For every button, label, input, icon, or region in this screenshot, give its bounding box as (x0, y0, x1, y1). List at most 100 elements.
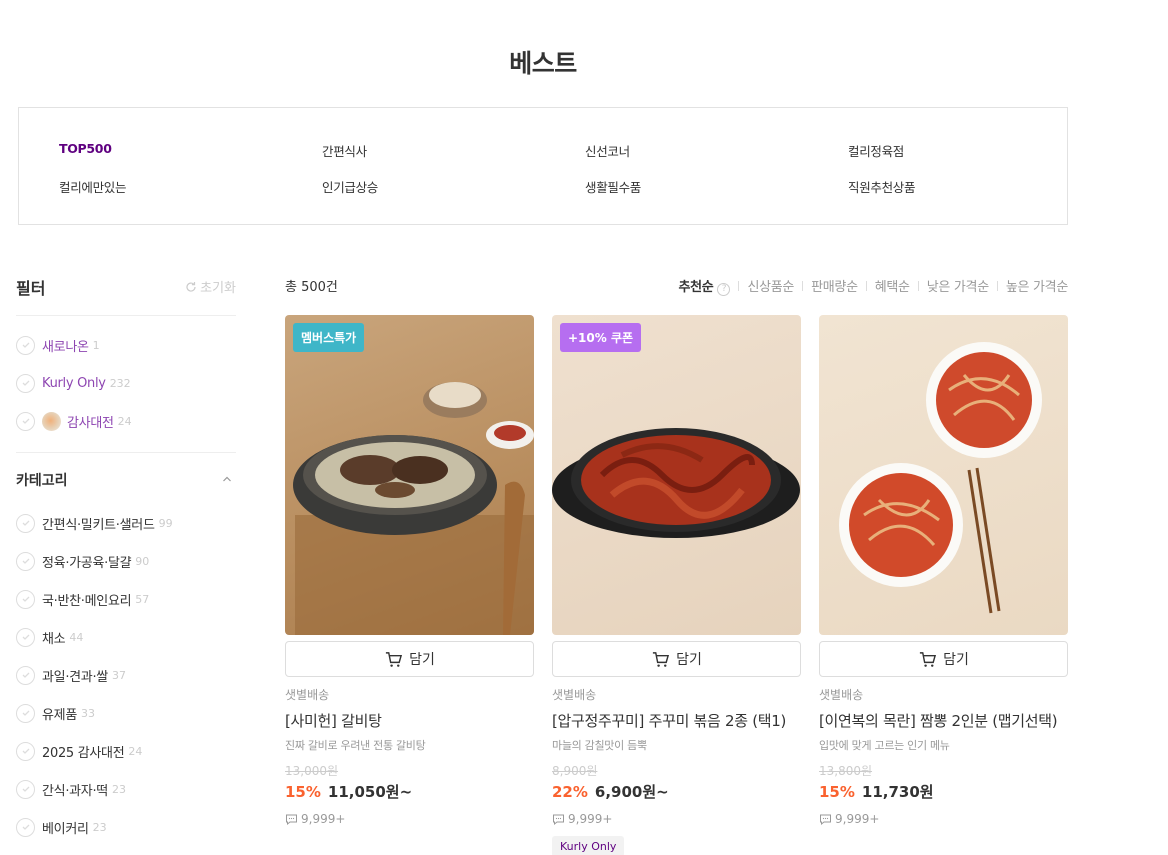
check-circle-icon[interactable] (16, 551, 35, 571)
product-name[interactable]: [압구정주꾸미] 주꾸미 볶음 2종 (택1) (552, 709, 801, 733)
sort-sales[interactable]: 판매량순 (811, 276, 858, 295)
reset-button[interactable]: 초기화 (185, 277, 236, 296)
product-badge: +10% 쿠폰 (560, 323, 642, 352)
add-to-cart-button[interactable]: 담기 (819, 641, 1068, 677)
sort-price-low[interactable]: 낮은 가격순 (927, 276, 989, 295)
category-filter-item[interactable]: 국·반찬·메인요리 57 (16, 588, 149, 610)
cart-label: 담기 (676, 652, 702, 668)
comment-icon (553, 814, 564, 825)
filter-label: 정육·가공육·달걀 (42, 555, 132, 571)
category-filter-header[interactable]: 카테고리 (16, 469, 236, 489)
category-staff-pick[interactable]: 직원추천상품 (848, 177, 916, 196)
filter-count: 1 (92, 338, 100, 352)
filter-count: 99 (158, 516, 173, 530)
category-filter-item[interactable]: 간편식·밀키트·샐러드 99 (16, 512, 173, 534)
check-circle-icon[interactable] (16, 411, 35, 431)
filter-title: 필터 (16, 279, 46, 298)
review-count-text: 9,999+ (301, 812, 346, 826)
category-fresh[interactable]: 신선코너 (585, 141, 630, 160)
filter-label: Kurly Only (42, 375, 106, 391)
category-filter-title: 카테고리 (16, 473, 68, 489)
product-card[interactable]: 멤버스특가 담기 샛별배송 [사미헌] 갈비탕 진짜 갈비로 우려낸 전통 갈비… (285, 315, 534, 826)
check-circle-icon[interactable] (16, 665, 35, 685)
filter-option-kurly-only[interactable]: Kurly Only 232 (16, 372, 131, 394)
original-price: 13,800원 (819, 764, 873, 778)
check-circle-icon[interactable] (16, 627, 35, 647)
discount-rate: 15% (285, 783, 321, 801)
kurly-only-tag: Kurly Only (552, 836, 625, 855)
total-count: 총 500건 (285, 280, 338, 295)
category-filter-item[interactable]: 정육·가공육·달걀 90 (16, 550, 149, 572)
delivery-type: 샛별배송 (819, 688, 864, 702)
category-filter-item[interactable]: 유제품 33 (16, 702, 95, 724)
product-card[interactable]: +10% 쿠폰 담기 샛별배송 [압구정주꾸미] 주꾸미 볶음 2종 (택1) … (552, 315, 801, 855)
original-price: 13,000원 (285, 764, 339, 778)
category-filter-item[interactable]: 채소 44 (16, 626, 83, 648)
divider (865, 280, 867, 291)
divider (16, 315, 236, 316)
chevron-up-icon[interactable] (222, 474, 232, 484)
product-card[interactable]: 담기 샛별배송 [이연복의 목란] 짬뽕 2인분 (맵기선택) 입맛에 맞게 고… (819, 315, 1068, 826)
category-filter-item[interactable]: 베이커리 23 (16, 816, 107, 838)
category-trending[interactable]: 인기급상승 (322, 177, 378, 196)
product-image[interactable]: 멤버스특가 (285, 315, 534, 635)
discount-rate: 22% (552, 783, 588, 801)
filter-count: 24 (128, 744, 143, 758)
filter-count: 23 (111, 782, 126, 796)
add-to-cart-button[interactable]: 담기 (552, 641, 801, 677)
reset-label: 초기화 (200, 281, 236, 296)
category-top500[interactable]: TOP500 (59, 141, 112, 156)
product-name[interactable]: [사미헌] 갈비탕 (285, 709, 534, 733)
category-filter-item[interactable]: 간식·과자·떡 23 (16, 778, 126, 800)
discount-rate: 15% (819, 783, 855, 801)
cart-icon (386, 651, 403, 667)
filter-option-new[interactable]: 새로나온 1 (16, 334, 100, 356)
category-kurly-only[interactable]: 컬리에만있는 (59, 177, 127, 196)
check-circle-icon[interactable] (16, 741, 35, 761)
divider (738, 280, 740, 291)
check-circle-icon[interactable] (16, 817, 35, 837)
sort-price-high[interactable]: 높은 가격순 (1006, 276, 1068, 295)
filter-label: 감사대전 (67, 415, 114, 431)
delivery-type: 샛별배송 (285, 688, 330, 702)
filter-option-thanks-sale[interactable]: 감사대전 24 (16, 410, 132, 432)
product-name[interactable]: [이연복의 목란] 짬뽕 2인분 (맵기선택) (819, 709, 1068, 733)
divider (16, 452, 236, 453)
filter-label: 간편식·밀키트·샐러드 (42, 517, 155, 533)
sort-newest[interactable]: 신상품순 (747, 276, 794, 295)
sale-price: 6,900원~ (594, 783, 669, 801)
cart-icon (920, 651, 937, 667)
page-title: 베스트 (509, 49, 577, 78)
help-icon[interactable]: ? (717, 282, 731, 296)
check-circle-icon[interactable] (16, 589, 35, 609)
check-circle-icon[interactable] (16, 779, 35, 799)
filter-count: 232 (109, 376, 131, 390)
check-circle-icon[interactable] (16, 335, 35, 355)
review-count: 9,999+ (285, 812, 534, 826)
filter-count: 90 (135, 554, 150, 568)
product-badge: 멤버스특가 (293, 323, 365, 352)
category-butcher[interactable]: 컬리정육점 (848, 141, 904, 160)
product-image[interactable]: +10% 쿠폰 (552, 315, 801, 635)
sale-price: 11,730원 (861, 783, 934, 801)
filter-count: 23 (92, 820, 107, 834)
check-circle-icon[interactable] (16, 703, 35, 723)
check-circle-icon[interactable] (16, 513, 35, 533)
filter-label: 채소 (42, 631, 66, 647)
sort-label: 추천순 (678, 280, 714, 295)
check-circle-icon[interactable] (16, 373, 35, 393)
sort-benefit[interactable]: 혜택순 (875, 276, 910, 295)
filter-header: 필터 초기화 (16, 275, 236, 298)
sale-price: 11,050원~ (327, 783, 413, 801)
filter-count: 57 (135, 592, 150, 606)
add-to-cart-button[interactable]: 담기 (285, 641, 534, 677)
product-description: 마늘의 감칠맛이 듬뿍 (552, 739, 647, 752)
category-filter-item[interactable]: 2025 감사대전 24 (16, 740, 142, 762)
category-essentials[interactable]: 생활필수품 (585, 177, 641, 196)
category-filter-item[interactable]: 과일·견과·쌀 37 (16, 664, 126, 686)
review-count: 9,999+ (552, 812, 801, 826)
comment-icon (286, 814, 297, 825)
category-meal[interactable]: 간편식사 (322, 141, 367, 160)
product-image[interactable] (819, 315, 1068, 635)
sort-recommended[interactable]: 추천순? (678, 276, 731, 296)
